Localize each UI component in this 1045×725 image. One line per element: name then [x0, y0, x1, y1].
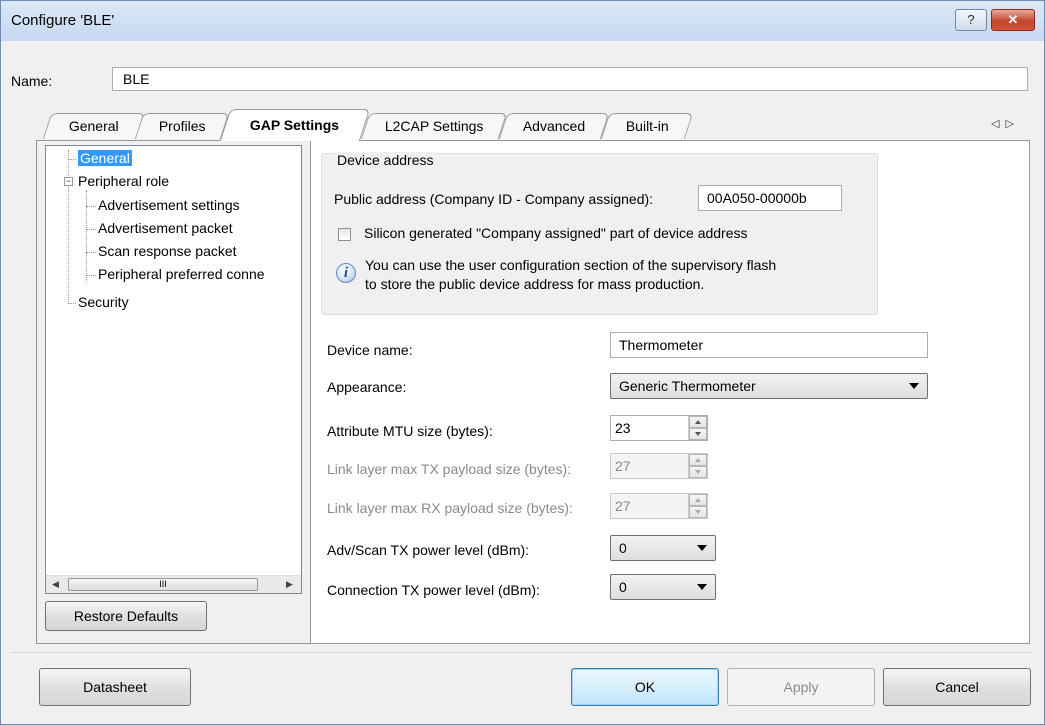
restore-defaults-button[interactable]: Restore Defaults: [45, 601, 207, 631]
tab-scroll-right-icon[interactable]: ▷: [1005, 118, 1019, 130]
datasheet-button[interactable]: Datasheet: [39, 668, 191, 706]
spin-down-icon[interactable]: [689, 466, 707, 478]
mtu-size-value: 23: [615, 420, 631, 436]
tree-item-advertisement-packet[interactable]: Advertisement packet: [98, 220, 233, 236]
tab-scroll-arrows: ◁▷: [991, 117, 1020, 130]
device-address-title: Device address: [334, 152, 437, 168]
tree-guide-line: [86, 190, 87, 282]
scroll-thumb[interactable]: III: [68, 578, 258, 591]
tree-guide-line: [86, 275, 96, 276]
apply-button[interactable]: Apply: [727, 668, 875, 706]
tab-l2cap-settings-label: L2CAP Settings: [384, 118, 484, 134]
tree-guide-line: [86, 229, 96, 230]
dropdown-arrow-icon: [909, 383, 919, 389]
tx-payload-stepper[interactable]: 27: [610, 453, 708, 479]
tree-guide-line: [68, 159, 76, 160]
close-button[interactable]: ✕: [991, 9, 1035, 31]
connection-power-select[interactable]: 0: [610, 574, 716, 600]
adv-power-value: 0: [619, 540, 627, 556]
tab-advanced[interactable]: Advanced: [498, 113, 610, 139]
tab-scroll-left-icon[interactable]: ◁: [991, 118, 1005, 130]
mtu-size-label: Attribute MTU size (bytes):: [327, 423, 493, 439]
info-text-line-1: You can use the user configuration secti…: [365, 257, 777, 273]
rx-payload-label: Link layer max RX payload size (bytes):: [327, 500, 573, 516]
collapse-icon[interactable]: −: [64, 177, 73, 186]
info-text-line-2: to store the public device address for m…: [365, 276, 705, 292]
tab-general-label: General: [68, 118, 119, 134]
cancel-button[interactable]: Cancel: [883, 668, 1031, 706]
tab-general[interactable]: General: [42, 113, 146, 139]
settings-tree[interactable]: General − Peripheral role Advertisement …: [45, 145, 302, 594]
info-icon: i: [336, 263, 356, 283]
mtu-size-stepper[interactable]: 23: [610, 415, 708, 441]
title-bar[interactable]: Configure 'BLE' ? ✕: [1, 1, 1044, 41]
tab-gap-settings[interactable]: GAP Settings: [219, 109, 371, 141]
tab-profiles-label: Profiles: [158, 118, 206, 134]
spin-down-icon[interactable]: [689, 506, 707, 518]
device-address-group: Device address Public address (Company I…: [321, 152, 878, 315]
help-button[interactable]: ?: [955, 9, 987, 31]
appearance-label: Appearance:: [327, 379, 407, 395]
name-label: Name:: [11, 73, 53, 89]
dropdown-arrow-icon: [697, 545, 707, 551]
rx-payload-value: 27: [615, 498, 631, 514]
device-name-label: Device name:: [327, 342, 413, 358]
dropdown-arrow-icon: [697, 584, 707, 590]
adv-power-label: Adv/Scan TX power level (dBm):: [327, 542, 530, 558]
tree-guide-line: [68, 150, 69, 304]
tab-built-in-label: Built-in: [625, 118, 669, 134]
tx-spin-buttons: [688, 454, 707, 478]
mtu-spin-buttons: [688, 416, 707, 440]
connection-power-value: 0: [619, 579, 627, 595]
tree-guide-line: [86, 252, 96, 253]
tab-l2cap-settings[interactable]: L2CAP Settings: [360, 113, 508, 139]
tx-payload-value: 27: [615, 458, 631, 474]
device-name-input[interactable]: [610, 332, 928, 358]
adv-power-select[interactable]: 0: [610, 535, 716, 561]
tree-guide-line: [68, 303, 76, 304]
rx-payload-stepper[interactable]: 27: [610, 493, 708, 519]
connection-power-label: Connection TX power level (dBm):: [327, 582, 540, 598]
spin-up-icon[interactable]: [689, 494, 707, 506]
window-title: Configure 'BLE': [11, 12, 115, 29]
public-address-label: Public address (Company ID - Company ass…: [334, 191, 654, 207]
appearance-value: Generic Thermometer: [619, 378, 756, 394]
ok-button[interactable]: OK: [571, 668, 719, 706]
appearance-select[interactable]: Generic Thermometer: [610, 373, 928, 399]
tree-item-peripheral-role[interactable]: Peripheral role: [78, 173, 169, 189]
public-address-input[interactable]: [698, 185, 842, 211]
spin-up-icon[interactable]: [689, 454, 707, 466]
tab-profiles[interactable]: Profiles: [134, 113, 230, 139]
spin-up-icon[interactable]: [689, 416, 707, 428]
tree-horizontal-scrollbar[interactable]: ◀ III ▶: [46, 575, 301, 593]
silicon-generated-label: Silicon generated "Company assigned" par…: [364, 225, 748, 241]
tree-guide-line: [86, 206, 96, 207]
tx-payload-label: Link layer max TX payload size (bytes):: [327, 461, 572, 477]
name-input[interactable]: [112, 67, 1028, 91]
tree-item-general[interactable]: General: [78, 150, 132, 166]
name-row: Name:: [1, 65, 1044, 95]
scroll-right-icon[interactable]: ▶: [286, 579, 293, 590]
rx-spin-buttons: [688, 494, 707, 518]
tab-built-in[interactable]: Built-in: [600, 113, 694, 139]
tree-item-peripheral-preferred-connection[interactable]: Peripheral preferred conne: [98, 266, 265, 282]
gap-settings-panel: General − Peripheral role Advertisement …: [36, 140, 1030, 644]
tab-gap-settings-label: GAP Settings: [250, 117, 340, 133]
tree-item-advertisement-settings[interactable]: Advertisement settings: [98, 197, 240, 213]
spin-down-icon[interactable]: [689, 428, 707, 440]
tab-advanced-label: Advanced: [522, 118, 585, 134]
scroll-left-icon[interactable]: ◀: [52, 579, 59, 590]
tree-item-security[interactable]: Security: [78, 294, 129, 310]
tree-item-scan-response-packet[interactable]: Scan response packet: [98, 243, 237, 259]
footer-separator: [11, 652, 1033, 653]
configure-dialog: Configure 'BLE' ? ✕ Name: General Profil…: [0, 0, 1045, 725]
silicon-generated-checkbox[interactable]: [338, 228, 351, 241]
settings-pane: Device address Public address (Company I…: [310, 141, 1029, 643]
